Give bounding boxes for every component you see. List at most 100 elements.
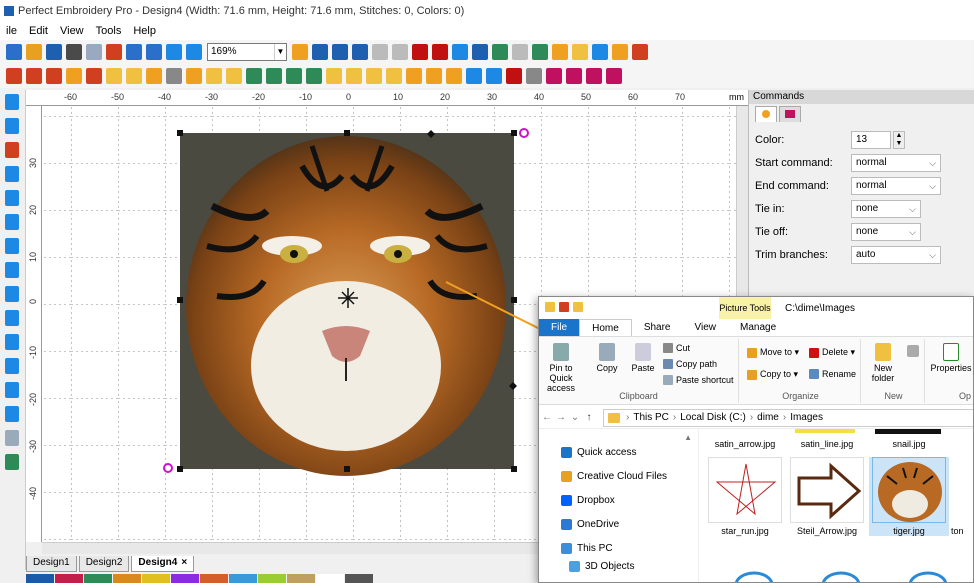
- triangle-icon[interactable]: [5, 358, 19, 374]
- node-select-icon[interactable]: [5, 118, 19, 134]
- color-swatch[interactable]: [55, 574, 83, 583]
- crumb-images[interactable]: Images: [790, 412, 823, 423]
- stop-icon[interactable]: [506, 68, 522, 84]
- cut-button[interactable]: Cut: [663, 343, 690, 353]
- pin-quick-access-button[interactable]: Pin to Quick access: [541, 343, 581, 393]
- nav-creative-cloud[interactable]: Creative Cloud Files: [561, 471, 667, 482]
- brush-icon[interactable]: [5, 238, 19, 254]
- distribute-v-icon[interactable]: [426, 68, 442, 84]
- rotate-left-icon[interactable]: [286, 68, 302, 84]
- pattern-icon[interactable]: [452, 44, 468, 60]
- tab-view[interactable]: View: [683, 319, 729, 336]
- pen-icon[interactable]: [5, 142, 19, 158]
- close-icon[interactable]: ×: [181, 557, 187, 568]
- text-icon[interactable]: [6, 68, 22, 84]
- forward-arrow-icon[interactable]: →: [555, 412, 567, 423]
- mirror-h-icon[interactable]: [246, 68, 262, 84]
- tie-in-select[interactable]: none ⌵: [851, 200, 921, 218]
- color-swatch[interactable]: [171, 574, 199, 583]
- tie-off-select[interactable]: none ⌵: [851, 223, 921, 241]
- color-swatch[interactable]: [229, 574, 257, 583]
- tab-design2[interactable]: Design2: [78, 556, 130, 572]
- zigzag-icon[interactable]: [372, 44, 388, 60]
- grid-select-icon[interactable]: [166, 68, 182, 84]
- paste-shortcut-button[interactable]: Paste shortcut: [663, 375, 734, 385]
- tree-icon[interactable]: [532, 44, 548, 60]
- new-folder-button[interactable]: New folder: [865, 343, 901, 383]
- file-item[interactable]: star_run.jpg: [705, 457, 785, 536]
- color-swatch[interactable]: [200, 574, 228, 583]
- align-left-icon[interactable]: [326, 68, 342, 84]
- mirror-v-icon[interactable]: [266, 68, 282, 84]
- crumb-local-disk[interactable]: Local Disk (C:): [680, 412, 746, 423]
- color-swatch[interactable]: [84, 574, 112, 583]
- nav-dropbox[interactable]: Dropbox: [561, 495, 615, 506]
- info-icon[interactable]: [352, 44, 368, 60]
- copy-to-button[interactable]: Copy to ▾: [747, 369, 798, 380]
- commands-tab-main[interactable]: [755, 106, 777, 122]
- zoom-select[interactable]: 169% ▼: [207, 43, 287, 61]
- print-icon[interactable]: [66, 44, 82, 60]
- monogram-icon[interactable]: [26, 68, 42, 84]
- grass-icon[interactable]: [492, 44, 508, 60]
- sparkle-icon[interactable]: [572, 44, 588, 60]
- nav-this-pc[interactable]: This PC: [561, 543, 613, 554]
- dots-icon[interactable]: [206, 68, 222, 84]
- shape-icon[interactable]: [5, 286, 19, 302]
- sun-icon[interactable]: [292, 44, 308, 60]
- file-item[interactable]: satin_line.jpg: [787, 439, 867, 449]
- breadcrumb[interactable]: › This PC › Local Disk (C:) › dime › Ima…: [603, 408, 973, 427]
- fill-icon[interactable]: [472, 44, 488, 60]
- image-icon[interactable]: [5, 262, 19, 278]
- crumb-this-pc[interactable]: This PC: [633, 412, 669, 423]
- file-item[interactable]: satin_arrow.jpg: [705, 439, 785, 449]
- copy-icon[interactable]: [126, 44, 142, 60]
- flower-icon[interactable]: [432, 44, 448, 60]
- cross-icon[interactable]: [512, 44, 528, 60]
- tab-file[interactable]: File: [539, 319, 580, 336]
- magnet-icon[interactable]: [5, 406, 19, 422]
- heart-icon[interactable]: [412, 44, 428, 60]
- end-command-select[interactable]: normal ⌵: [851, 177, 941, 195]
- align-top-icon[interactable]: [366, 68, 382, 84]
- arrow-left-icon[interactable]: [166, 44, 182, 60]
- file-item-selected[interactable]: tiger.jpg: [869, 457, 949, 536]
- preview-icon[interactable]: [86, 44, 102, 60]
- file-item[interactable]: Steil_Arrow.jpg: [787, 457, 867, 536]
- photo-icon[interactable]: [5, 454, 19, 470]
- color-swatch[interactable]: [142, 574, 170, 583]
- new-file-icon[interactable]: [6, 44, 22, 60]
- paste-button[interactable]: Paste: [627, 343, 659, 373]
- menu-help[interactable]: Help: [127, 25, 162, 37]
- gauge-icon[interactable]: [632, 44, 648, 60]
- center-h-icon[interactable]: [466, 68, 482, 84]
- arrow-right-icon[interactable]: [186, 44, 202, 60]
- trim-branches-select[interactable]: auto ⌵: [851, 246, 941, 264]
- center-icon[interactable]: [446, 68, 462, 84]
- tiger-image[interactable]: [180, 133, 514, 476]
- square-icon[interactable]: [332, 44, 348, 60]
- frame-icon[interactable]: [612, 44, 628, 60]
- scroll-up-icon[interactable]: ▲: [684, 433, 692, 442]
- layer-icon[interactable]: [546, 68, 562, 84]
- save-icon[interactable]: [46, 44, 62, 60]
- copy-path-button[interactable]: Copy path: [663, 359, 717, 369]
- properties-button[interactable]: Properties: [927, 343, 973, 373]
- color-swatch[interactable]: [287, 574, 315, 583]
- distribute-icon[interactable]: [406, 68, 422, 84]
- tab-manage[interactable]: Manage: [728, 319, 788, 336]
- menu-tools[interactable]: Tools: [90, 25, 128, 37]
- star-icon[interactable]: [592, 44, 608, 60]
- hand-icon[interactable]: [5, 214, 19, 230]
- menu-file[interactable]: ile: [0, 25, 23, 37]
- back-arrow-icon[interactable]: ←: [541, 412, 553, 423]
- rename-button[interactable]: Rename: [809, 369, 856, 379]
- move-to-button[interactable]: Move to ▾: [747, 347, 799, 358]
- color-swatch[interactable]: [345, 574, 373, 583]
- chevron-down-icon[interactable]: ⌄: [569, 412, 581, 423]
- curve-icon[interactable]: [392, 44, 408, 60]
- nav-3d-objects[interactable]: 3D Objects: [569, 561, 634, 572]
- select-arrow-icon[interactable]: [5, 94, 19, 110]
- align-bottom-icon[interactable]: [346, 68, 362, 84]
- file-item[interactable]: snail.jpg: [869, 439, 949, 449]
